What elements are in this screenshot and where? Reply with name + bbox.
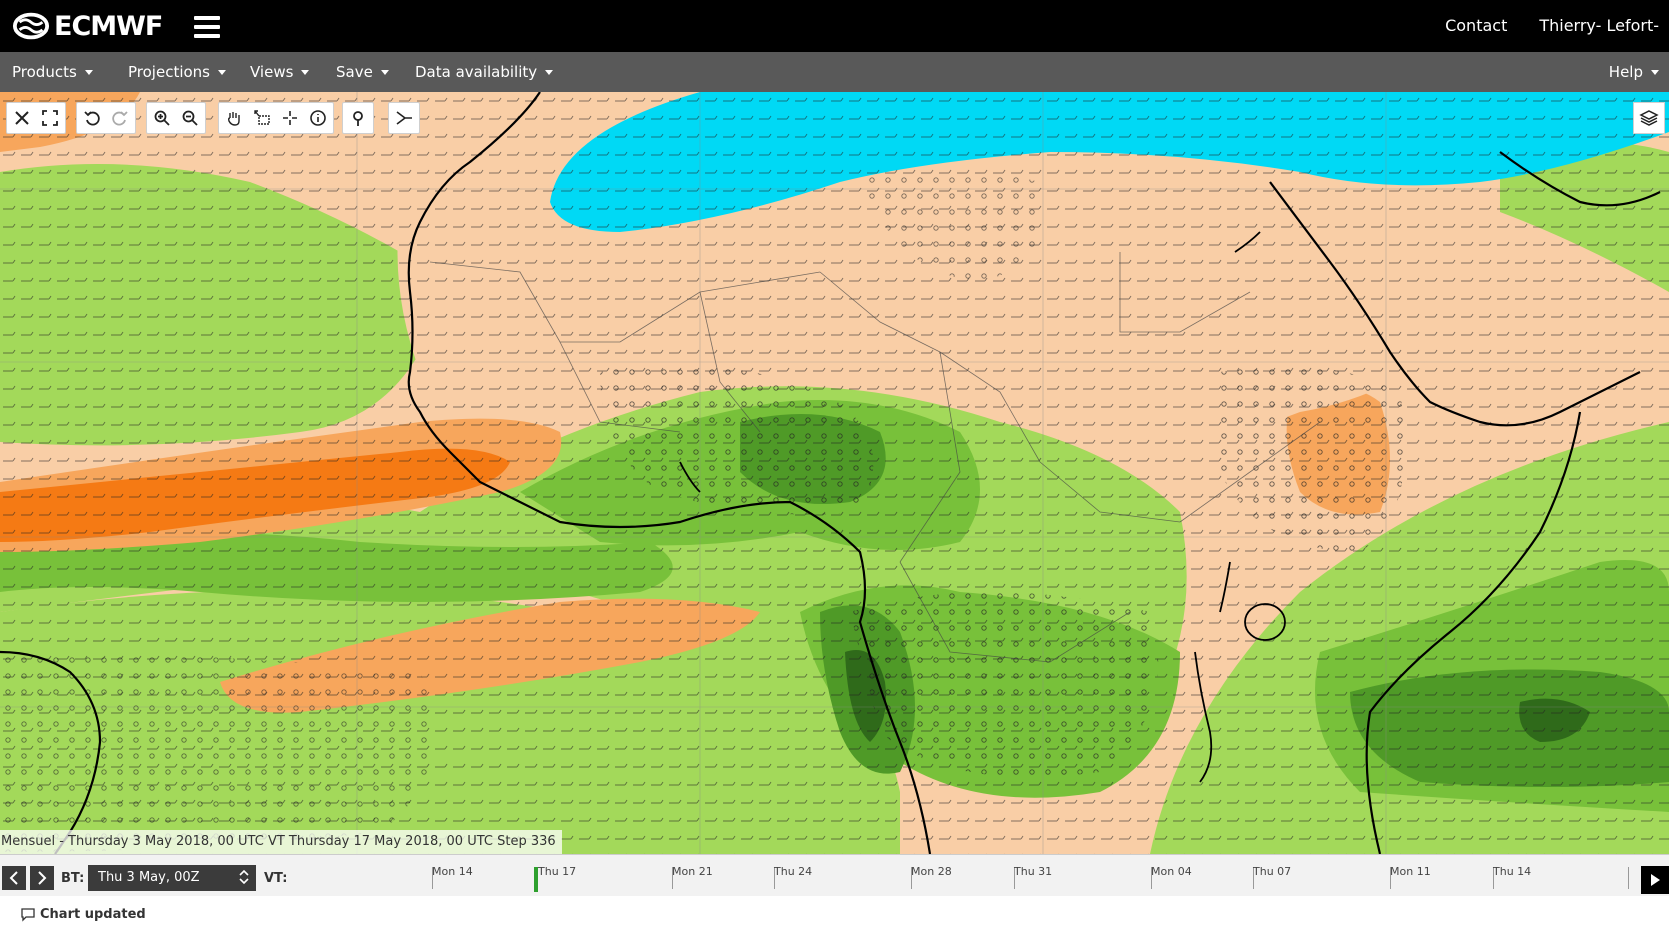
chevron-down-icon [1651, 69, 1659, 75]
vt-label: VT: [264, 871, 288, 886]
menu-data-availability[interactable]: Data availability [415, 63, 554, 81]
previous-step-button[interactable] [2, 866, 26, 890]
chevron-down-icon [380, 69, 389, 75]
chevron-down-icon [301, 69, 310, 75]
history-toolgroup [76, 102, 136, 134]
redo-icon[interactable] [109, 107, 131, 129]
timeline-tick-label: Mon 11 [1390, 865, 1431, 878]
fullscreen-icon[interactable] [39, 107, 61, 129]
timeline-tick-label: Mon 14 [432, 865, 473, 878]
base-time-select[interactable]: Thu 3 May, 00Z [88, 865, 256, 891]
timeline-tick-label: Thu 17 [538, 865, 577, 878]
speech-bubble-icon [21, 908, 35, 922]
ecmwf-logo-icon [12, 12, 50, 40]
layers-icon[interactable] [1633, 102, 1665, 134]
menu-projections-label: Projections [128, 63, 210, 81]
menu-save-label: Save [336, 63, 373, 81]
menu-views-label: Views [250, 63, 294, 81]
weather-map[interactable]: Mensuel - Thursday 3 May 2018, 00 UTC VT… [0, 92, 1669, 854]
forecast-map-canvas[interactable] [0, 92, 1669, 854]
timeline-tick-label: Mon 21 [672, 865, 713, 878]
zoom-out-icon[interactable] [179, 107, 201, 129]
contact-link[interactable]: Contact [1445, 16, 1507, 35]
view-toolgroup [6, 102, 66, 134]
user-menu[interactable]: Thierry- Lefort- [1539, 16, 1659, 35]
box-zoom-icon[interactable] [251, 107, 273, 129]
timeline-tick-label: Thu 24 [774, 865, 813, 878]
top-header: ECMWF Contact Thierry- Lefort- [0, 0, 1669, 52]
pin-toolgroup [342, 102, 374, 134]
pan-hand-icon[interactable] [223, 107, 245, 129]
crosshair-icon[interactable] [279, 107, 301, 129]
chevron-left-icon [9, 871, 18, 885]
status-message: Chart updated [20, 906, 146, 922]
next-step-button[interactable] [30, 866, 54, 890]
timeline-cursor-handle[interactable] [534, 867, 538, 892]
timeline-bar: BT: Thu 3 May, 00Z VT: Mon 14 Thu 17 Mon… [0, 854, 1669, 896]
spinner-arrows-icon [239, 869, 249, 885]
menu-products[interactable]: Products [12, 63, 93, 81]
menu-help[interactable]: Help [1609, 63, 1659, 81]
ecmwf-logo[interactable]: ECMWF [12, 8, 163, 44]
main-menu-bar: Products Projections Views Save Data ava… [0, 52, 1669, 92]
timeline-tick-label: Thu 14 [1493, 865, 1532, 878]
chart-caption: Mensuel - Thursday 3 May 2018, 00 UTC VT… [0, 830, 562, 854]
undo-icon[interactable] [81, 107, 103, 129]
pin-icon[interactable] [347, 107, 369, 129]
chevron-right-icon [38, 871, 47, 885]
section-toolgroup [388, 102, 420, 134]
chevron-down-icon [545, 69, 554, 75]
timeline-tick-label: Mon 04 [1151, 865, 1192, 878]
menu-projections[interactable]: Projections [128, 63, 226, 81]
brand-name: ECMWF [54, 10, 163, 42]
bt-label: BT: [61, 871, 85, 886]
valid-time-track[interactable]: Mon 14 Thu 17 Mon 21 Thu 24 Mon 28 Thu 3… [298, 861, 1630, 895]
timeline-tick-label: Mon 28 [911, 865, 952, 878]
timeline-tick-label: Thu 07 [1253, 865, 1292, 878]
menu-data-availability-label: Data availability [415, 63, 538, 81]
close-icon[interactable] [11, 107, 33, 129]
base-time-value: Thu 3 May, 00Z [98, 870, 200, 885]
menu-products-label: Products [12, 63, 77, 81]
menu-help-label: Help [1608, 63, 1643, 81]
menu-views[interactable]: Views [250, 63, 310, 81]
timeline-tick-label: Thu 31 [1014, 865, 1053, 878]
chevron-down-icon [218, 69, 226, 75]
interaction-toolgroup [218, 102, 334, 134]
zoom-toolgroup [146, 102, 206, 134]
status-text: Chart updated [40, 906, 146, 922]
cross-section-icon[interactable] [393, 107, 415, 129]
play-button[interactable] [1641, 866, 1669, 894]
menu-save[interactable]: Save [336, 63, 389, 81]
info-icon[interactable] [307, 107, 329, 129]
hamburger-menu-icon[interactable] [194, 16, 220, 38]
play-icon [1651, 874, 1660, 886]
chevron-down-icon [84, 69, 93, 75]
zoom-in-icon[interactable] [151, 107, 173, 129]
calm-dots-atlantic [0, 652, 434, 852]
timeline-tick [1628, 867, 1629, 889]
